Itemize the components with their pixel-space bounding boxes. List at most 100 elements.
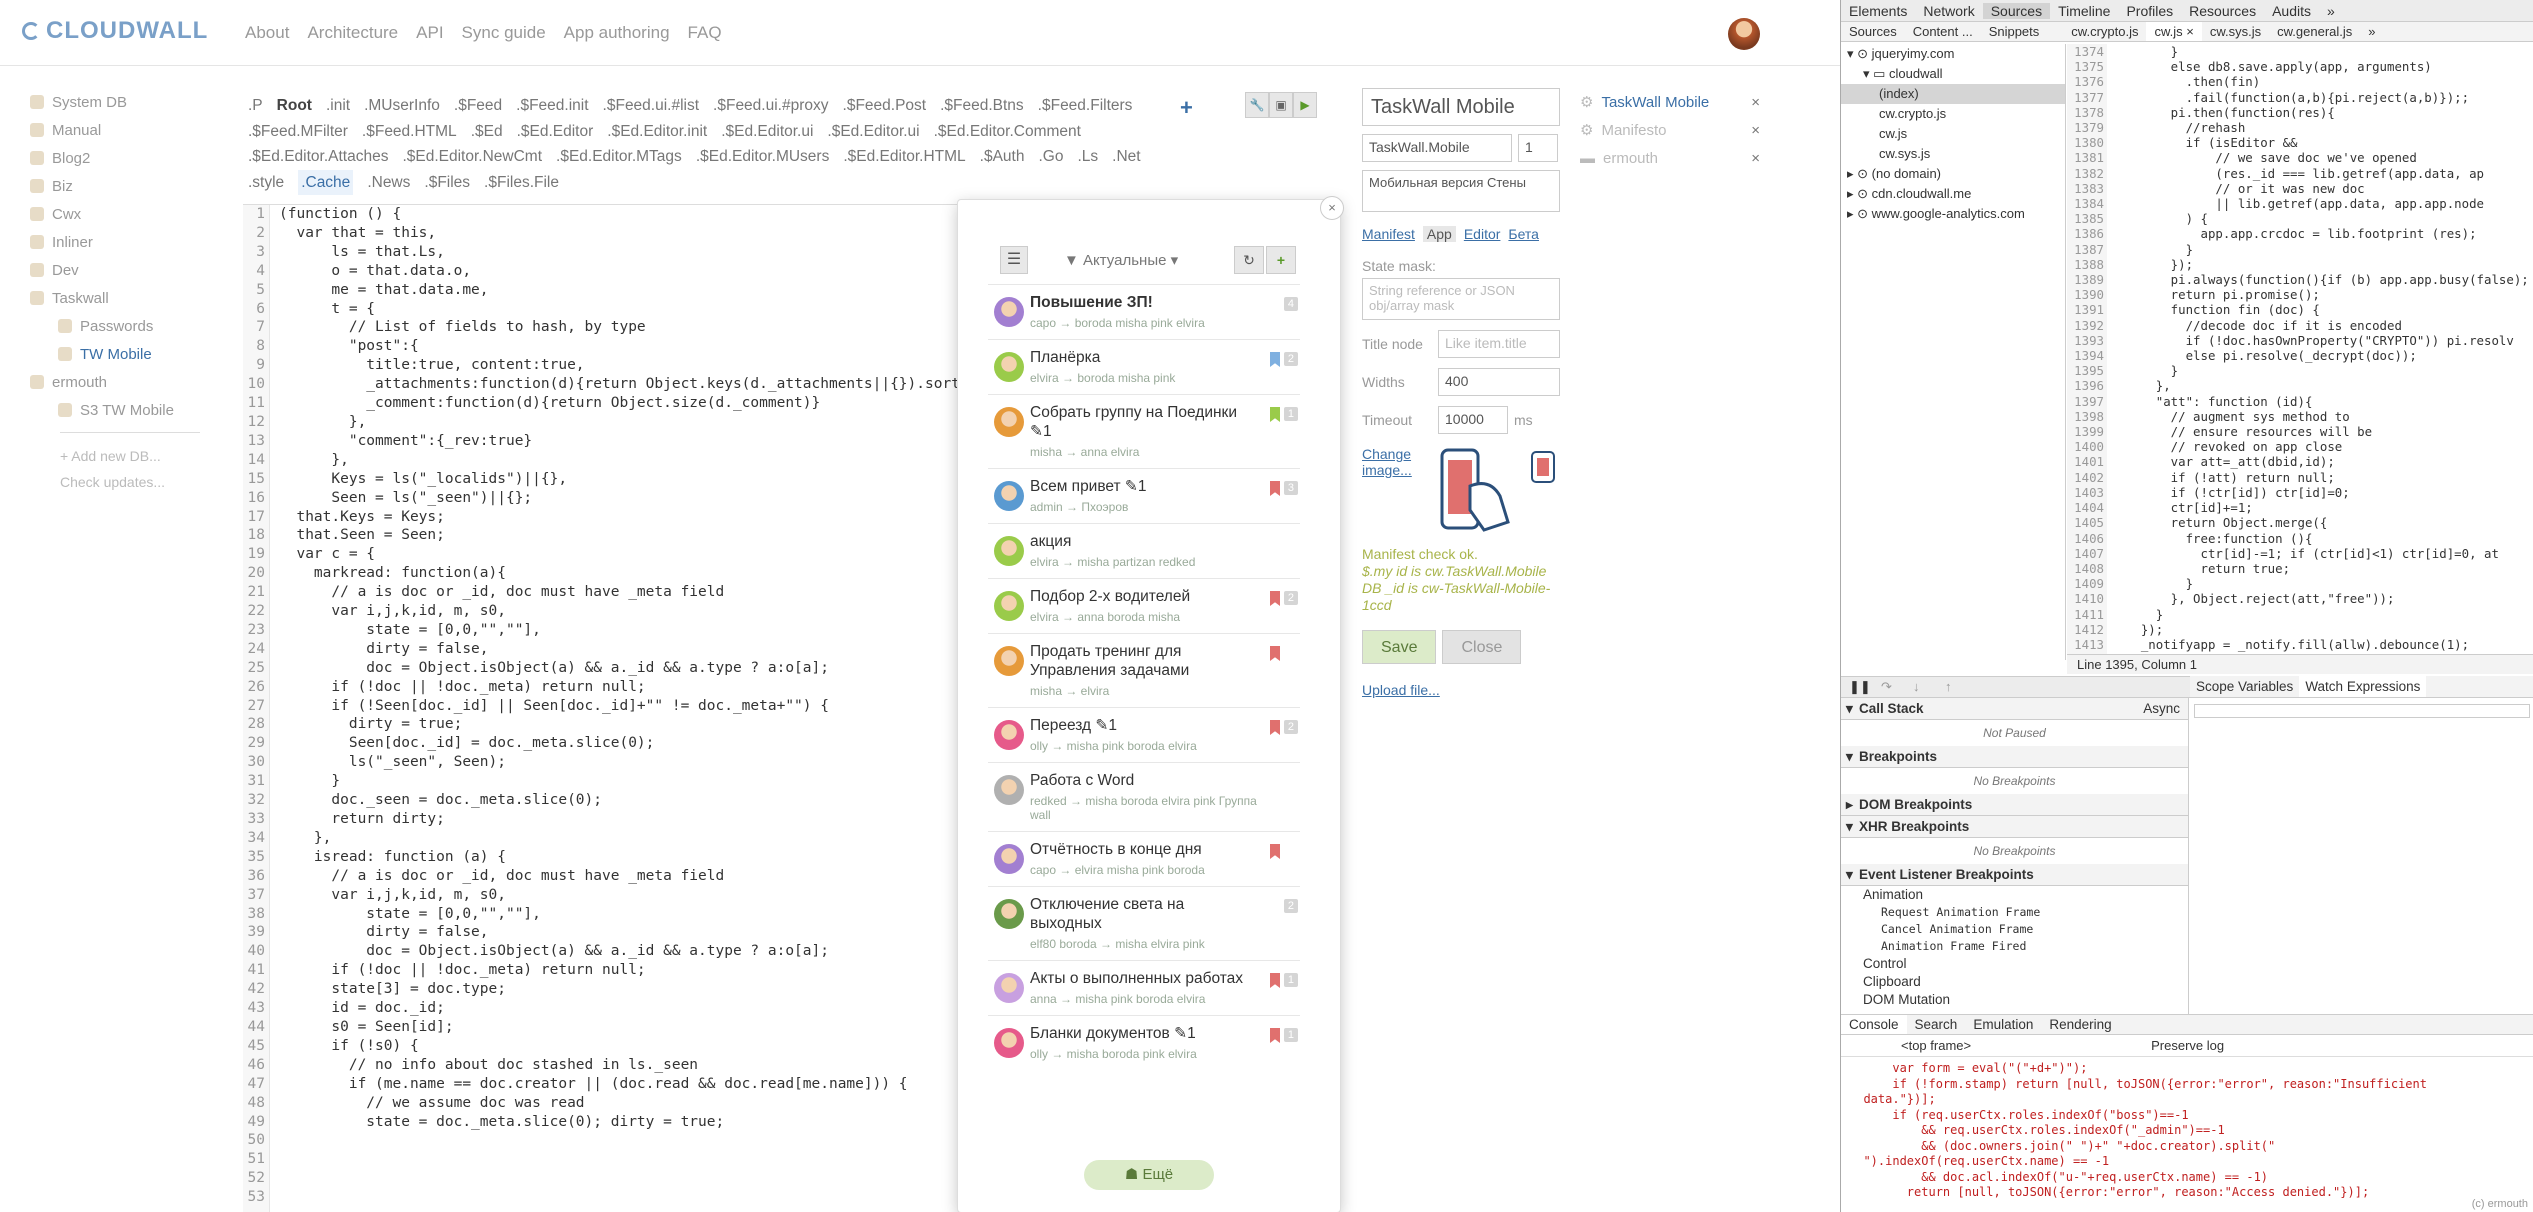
task-item[interactable]: Планёрка elvira → boroda misha pink 2 bbox=[988, 339, 1300, 394]
sidebar-item[interactable]: S3 TW Mobile bbox=[30, 396, 200, 424]
node-tab[interactable]: .Ls bbox=[1077, 144, 1098, 170]
node-tab[interactable]: .$Feed bbox=[454, 93, 502, 119]
scope-tab[interactable]: Watch Expressions bbox=[2299, 676, 2427, 697]
sidebar-item[interactable]: Biz bbox=[30, 172, 200, 200]
node-tab[interactable]: .$Feed.ui.#list bbox=[603, 93, 700, 119]
task-item[interactable]: Переезд ✎1 olly → misha pink boroda elvir… bbox=[988, 707, 1300, 762]
task-item[interactable]: Отключение света на выходных elf80 boroda… bbox=[988, 886, 1300, 960]
sidebar-item[interactable]: ermouth bbox=[30, 368, 200, 396]
devtools-tab[interactable]: Timeline bbox=[2050, 3, 2118, 19]
node-tab[interactable]: .$Files.File bbox=[484, 170, 559, 196]
node-tab[interactable]: .$Feed.init bbox=[516, 93, 588, 119]
task-item[interactable]: Подбор 2-х водителей elvira → anna boroda… bbox=[988, 578, 1300, 633]
node-tab[interactable]: .Net bbox=[1112, 144, 1140, 170]
code-source[interactable]: (function () { var that = this, ls = tha… bbox=[279, 205, 963, 1131]
node-tab[interactable]: .$Ed.Editor.Comment bbox=[934, 119, 1081, 145]
form-tab[interactable]: Manifest bbox=[1362, 226, 1415, 242]
task-item[interactable]: Повышение ЗП! capo → boroda misha pink el… bbox=[988, 284, 1300, 339]
filter-dropdown[interactable]: ▼ Актуальные ▾ bbox=[1064, 251, 1178, 269]
nav-link[interactable]: Architecture bbox=[307, 23, 398, 43]
form-tab[interactable]: Бета bbox=[1508, 226, 1539, 242]
step-over-icon[interactable]: ↷ bbox=[1881, 679, 1892, 695]
close-file-icon[interactable]: × bbox=[1751, 122, 1760, 139]
node-tab[interactable]: .$Feed.Post bbox=[843, 93, 927, 119]
nav-link[interactable]: About bbox=[245, 23, 289, 43]
tree-node[interactable]: ▸ ⊙ www.google-analytics.com bbox=[1841, 204, 2065, 224]
scope-tab[interactable]: Scope Variables bbox=[2190, 676, 2299, 697]
node-tab[interactable]: .$Files bbox=[424, 170, 470, 196]
devtools-tab[interactable]: Sources bbox=[1982, 2, 2051, 19]
sidebar-item[interactable]: Taskwall bbox=[30, 284, 200, 312]
run-icon[interactable]: ▶ bbox=[1293, 92, 1317, 118]
sidebar-item[interactable]: Cwx bbox=[30, 200, 200, 228]
menu-icon[interactable]: ☰ bbox=[1000, 246, 1028, 274]
add-node-button[interactable]: + bbox=[1180, 95, 1193, 121]
app-name-input[interactable]: TaskWall Mobile bbox=[1362, 88, 1560, 126]
save-button[interactable]: Save bbox=[1362, 630, 1437, 664]
form-tab[interactable]: Editor bbox=[1464, 226, 1501, 242]
pause-icon[interactable]: ❚❚ bbox=[1849, 679, 1871, 695]
devtools-code-view[interactable]: 1374 1375 1376 1377 1378 1379 1380 1381 1382 1383… bbox=[2067, 44, 2533, 654]
add-task-icon[interactable]: + bbox=[1266, 246, 1296, 274]
nav-link[interactable]: API bbox=[416, 23, 443, 43]
node-tab[interactable]: .init bbox=[326, 93, 350, 119]
node-tab[interactable]: .$Feed.MFilter bbox=[248, 119, 348, 145]
widths-input[interactable]: 400 bbox=[1438, 368, 1560, 396]
more-button[interactable]: ☗ Ещё bbox=[1084, 1160, 1214, 1190]
event-checkbox[interactable]: Cancel Animation Frame bbox=[1841, 921, 2188, 938]
task-item[interactable]: акция elvira → misha partizan redked bbox=[988, 523, 1300, 578]
sidebar-item[interactable]: System DB bbox=[30, 88, 200, 116]
node-tab[interactable]: .$Ed.Editor.MTags bbox=[556, 144, 682, 170]
nav-link[interactable]: Sync guide bbox=[462, 23, 546, 43]
timeout-input[interactable]: 10000 bbox=[1438, 406, 1508, 434]
user-avatar[interactable] bbox=[1728, 18, 1760, 50]
devtools-code[interactable]: } else db8.save.apply(app, arguments) .t… bbox=[2111, 44, 2529, 652]
node-tab[interactable]: Root bbox=[277, 93, 312, 119]
task-item[interactable]: Продать тренинг для Управления задачами m… bbox=[988, 633, 1300, 707]
nav-link[interactable]: App authoring bbox=[564, 23, 670, 43]
watch-input[interactable] bbox=[2194, 704, 2530, 718]
event-checkbox[interactable]: Request Animation Frame bbox=[1841, 904, 2188, 921]
call-stack-header[interactable]: Call StackAsync bbox=[1841, 698, 2188, 720]
sidebar-item[interactable]: Dev bbox=[30, 256, 200, 284]
file-tab[interactable]: cw.general.js bbox=[2269, 22, 2360, 41]
devtools-tab[interactable]: Elements bbox=[1841, 3, 1915, 19]
node-tab[interactable]: .Cache bbox=[298, 169, 354, 195]
close-button[interactable]: Close bbox=[1442, 630, 1522, 664]
task-item[interactable]: Акты о выполненных работах anna → misha p… bbox=[988, 960, 1300, 1015]
tree-node[interactable]: cw.js bbox=[1841, 124, 2065, 144]
refresh-icon[interactable]: ↻ bbox=[1234, 246, 1264, 274]
file-tab[interactable]: » bbox=[2360, 22, 2383, 41]
event-breakpoints-header[interactable]: Event Listener Breakpoints bbox=[1841, 864, 2188, 886]
file-tab[interactable]: cw.js × bbox=[2146, 22, 2202, 41]
open-file[interactable]: ⚙ Manifesto × bbox=[1580, 116, 1760, 144]
app-version-input[interactable]: 1 bbox=[1518, 134, 1558, 162]
node-tab[interactable]: .$Ed bbox=[471, 119, 503, 145]
console-tab[interactable]: Rendering bbox=[2041, 1015, 2119, 1034]
console-tab[interactable]: Emulation bbox=[1965, 1015, 2041, 1034]
task-item[interactable]: Работа с Word redked → misha boroda elvir… bbox=[988, 762, 1300, 831]
logo[interactable]: CLOUDWALL bbox=[22, 17, 208, 45]
file-tab[interactable]: cw.sys.js bbox=[2202, 22, 2269, 41]
task-item[interactable]: Отчётность в конце дня capo → elvira mish… bbox=[988, 831, 1300, 886]
sources-subtab[interactable]: Content ... bbox=[1905, 22, 1981, 41]
task-item[interactable]: Всем привет ✎1 admin → Пхоэров 3 bbox=[988, 468, 1300, 523]
devtools-tab[interactable]: » bbox=[2319, 3, 2343, 19]
change-image-link[interactable]: Change image... bbox=[1362, 446, 1422, 478]
node-tab[interactable]: .$Ed.Editor.HTML bbox=[843, 144, 965, 170]
console-tab[interactable]: Console bbox=[1841, 1015, 1907, 1034]
step-into-icon[interactable]: ↓ bbox=[1913, 679, 1920, 694]
devtools-tab[interactable]: Profiles bbox=[2118, 3, 2181, 19]
upload-file-link[interactable]: Upload file... bbox=[1362, 682, 1562, 698]
xhr-breakpoints-header[interactable]: XHR Breakpoints bbox=[1841, 816, 2188, 838]
node-tab[interactable]: .$Feed.HTML bbox=[362, 119, 457, 145]
open-file[interactable]: ▬ ermouth × bbox=[1580, 144, 1760, 172]
sources-subtab[interactable]: Snippets bbox=[1981, 22, 2048, 41]
nav-link[interactable]: FAQ bbox=[688, 23, 722, 43]
sidebar-item[interactable]: Manual bbox=[30, 116, 200, 144]
node-tab[interactable]: .$Ed.Editor.MUsers bbox=[696, 144, 830, 170]
node-tab[interactable]: .$Ed.Editor.Attaches bbox=[248, 144, 388, 170]
tree-node[interactable]: ▸ ⊙ cdn.cloudwall.me bbox=[1841, 184, 2065, 204]
node-tab[interactable]: .$Auth bbox=[980, 144, 1025, 170]
console-tab[interactable]: Search bbox=[1907, 1015, 1966, 1034]
